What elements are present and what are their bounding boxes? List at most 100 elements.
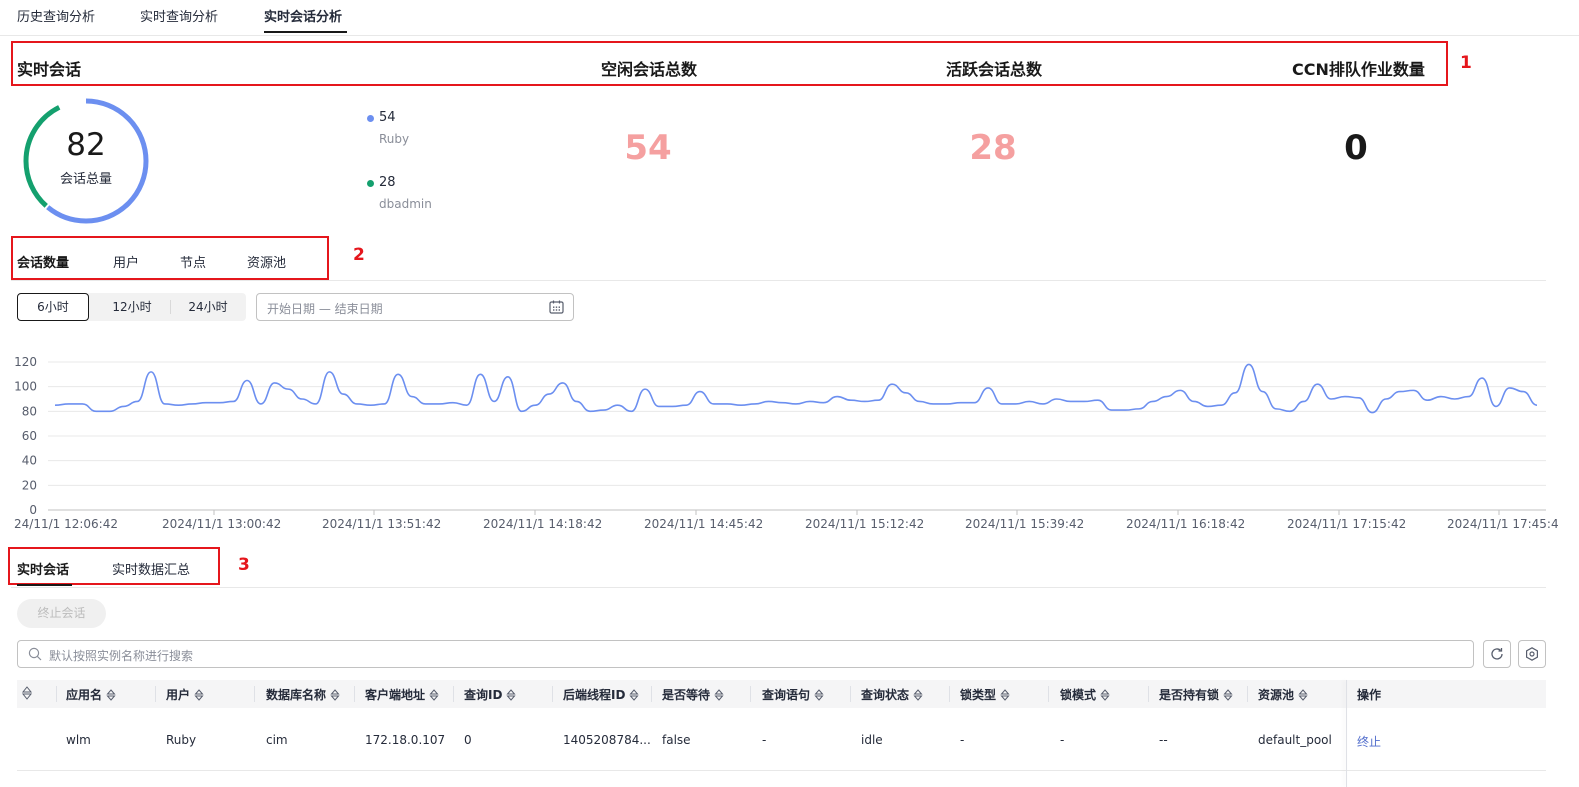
table-cell: wlm bbox=[66, 733, 91, 747]
column-header: 操作 bbox=[1357, 686, 1381, 703]
legend-dot-ruby bbox=[367, 115, 374, 122]
column-header[interactable]: 是否等待 bbox=[662, 686, 724, 703]
table-cell: cim bbox=[266, 733, 288, 747]
x-tick-label: 2024/11/1 17:45:4 bbox=[1447, 517, 1559, 531]
column-header-label: 操作 bbox=[1357, 688, 1382, 702]
column-header-label: 锁类型 bbox=[960, 688, 997, 702]
refresh-button[interactable] bbox=[1483, 640, 1511, 668]
legend-value-dbadmin: 28 bbox=[379, 175, 396, 190]
sort-icon[interactable] bbox=[1096, 688, 1110, 702]
annotation-label-3: 3 bbox=[238, 555, 250, 575]
table-cell: 172.18.0.107 bbox=[365, 733, 446, 747]
tab-realtime-session-list[interactable]: 实时会话 bbox=[17, 559, 69, 578]
y-tick-label: 40 bbox=[22, 454, 37, 468]
tab-history-query[interactable]: 历史查询分析 bbox=[17, 6, 95, 25]
column-header-label: 用户 bbox=[166, 688, 191, 702]
select-sort-icon[interactable] bbox=[21, 686, 33, 700]
tab-node[interactable]: 节点 bbox=[180, 252, 206, 271]
column-header[interactable]: 锁模式 bbox=[1060, 686, 1110, 703]
column-separator bbox=[56, 686, 57, 702]
settings-button[interactable] bbox=[1518, 640, 1546, 668]
column-header-label: 资源池 bbox=[1258, 688, 1295, 702]
sort-icon[interactable] bbox=[710, 688, 724, 702]
x-tick-label: 2024/11/1 15:12:42 bbox=[805, 517, 924, 531]
sort-icon[interactable] bbox=[502, 688, 517, 702]
sort-icon[interactable] bbox=[1294, 688, 1308, 702]
x-tick-label: 2024/11/1 15:39:42 bbox=[965, 517, 1084, 531]
calendar-icon bbox=[549, 300, 564, 314]
column-header[interactable]: 查询语句 bbox=[762, 686, 824, 703]
column-separator bbox=[1148, 686, 1149, 702]
sort-icon[interactable] bbox=[102, 688, 116, 702]
range-24h-button[interactable]: 24小时 bbox=[172, 293, 244, 321]
column-header[interactable]: 是否持有锁 bbox=[1159, 686, 1233, 703]
tab-user[interactable]: 用户 bbox=[113, 252, 139, 271]
y-tick-label: 100 bbox=[14, 380, 37, 394]
tab-realtime-query[interactable]: 实时查询分析 bbox=[140, 6, 218, 25]
column-header[interactable]: 查询状态 bbox=[861, 686, 923, 703]
column-header[interactable]: 应用名 bbox=[66, 686, 116, 703]
metric-tab-divider bbox=[11, 280, 1546, 281]
tab-realtime-session[interactable]: 实时会话分析 bbox=[264, 6, 342, 25]
bottom-tab-indicator bbox=[17, 584, 72, 586]
column-separator bbox=[254, 686, 255, 702]
date-range-placeholder: 开始日期 — 结束日期 bbox=[267, 302, 383, 316]
column-separator bbox=[552, 686, 553, 702]
x-tick-label: 2024/11/1 17:15:42 bbox=[1287, 517, 1406, 531]
range-12h-button[interactable]: 12小时 bbox=[97, 293, 167, 321]
sort-icon[interactable] bbox=[810, 688, 824, 702]
donut-total-label: 会话总量 bbox=[59, 172, 112, 187]
ccn-queue-title: CCN排队作业数量 bbox=[1292, 60, 1425, 79]
table-cell: default_pool bbox=[1258, 733, 1332, 747]
terminate-link[interactable]: 终止 bbox=[1357, 733, 1381, 750]
table-row-divider bbox=[17, 770, 1546, 771]
column-separator bbox=[453, 686, 454, 702]
ccn-queue-count: 0 bbox=[1344, 128, 1368, 168]
date-range-input[interactable]: 开始日期 — 结束日期 bbox=[256, 293, 574, 321]
sort-icon[interactable] bbox=[190, 688, 204, 702]
x-tick-label: 24/11/1 12:06:42 bbox=[14, 517, 118, 531]
column-header[interactable]: 锁类型 bbox=[960, 686, 1010, 703]
range-6h-button[interactable]: 6小时 bbox=[17, 293, 89, 321]
tab-session-count[interactable]: 会话数量 bbox=[17, 252, 69, 271]
active-tab-indicator bbox=[264, 31, 347, 33]
sort-icon[interactable] bbox=[909, 688, 923, 702]
instance-search-input[interactable]: 默认按照实例名称进行搜索 bbox=[17, 640, 1474, 668]
column-header[interactable]: 数据库名称 bbox=[266, 686, 340, 703]
y-tick-label: 0 bbox=[29, 503, 37, 517]
tab-resource-pool[interactable]: 资源池 bbox=[247, 252, 286, 271]
column-header-label: 是否持有锁 bbox=[1159, 688, 1220, 702]
section-title-realtime-session: 实时会话 bbox=[17, 60, 82, 79]
sort-icon[interactable] bbox=[425, 688, 439, 702]
table-cell: - bbox=[762, 733, 767, 747]
sort-icon[interactable] bbox=[625, 688, 640, 702]
refresh-icon bbox=[1491, 648, 1503, 660]
terminate-session-button[interactable]: 终止会话 bbox=[17, 599, 106, 628]
legend-name-ruby: Ruby bbox=[379, 132, 410, 146]
bottom-tab-divider bbox=[11, 587, 1546, 588]
column-separator bbox=[750, 686, 751, 702]
sort-icon[interactable] bbox=[996, 688, 1010, 702]
column-header[interactable]: 用户 bbox=[166, 686, 204, 703]
sort-icon[interactable] bbox=[1219, 688, 1233, 702]
x-tick-label: 2024/11/1 14:45:42 bbox=[644, 517, 763, 531]
column-header-label: 查询ID bbox=[464, 688, 503, 702]
table-cell: -- bbox=[1159, 733, 1168, 747]
idle-session-title: 空闲会话总数 bbox=[601, 60, 698, 79]
annotation-label-1: 1 bbox=[1460, 53, 1472, 73]
column-header-label: 查询语句 bbox=[762, 688, 811, 702]
column-header[interactable]: 客户端地址 bbox=[365, 686, 439, 703]
donut-total-value: 82 bbox=[66, 127, 106, 163]
active-session-count: 28 bbox=[969, 128, 1017, 168]
table-cell: idle bbox=[861, 733, 883, 747]
table-cell: false bbox=[662, 733, 691, 747]
column-separator bbox=[850, 686, 851, 702]
sort-icon[interactable] bbox=[326, 688, 340, 702]
column-header[interactable]: 后端线程ID bbox=[563, 686, 640, 703]
column-header[interactable]: 查询ID bbox=[464, 686, 517, 703]
tab-realtime-data-summary[interactable]: 实时数据汇总 bbox=[112, 559, 190, 578]
column-separator bbox=[651, 686, 652, 702]
table-cell: - bbox=[1060, 733, 1065, 747]
gear-icon bbox=[1526, 647, 1538, 661]
column-header[interactable]: 资源池 bbox=[1258, 686, 1308, 703]
